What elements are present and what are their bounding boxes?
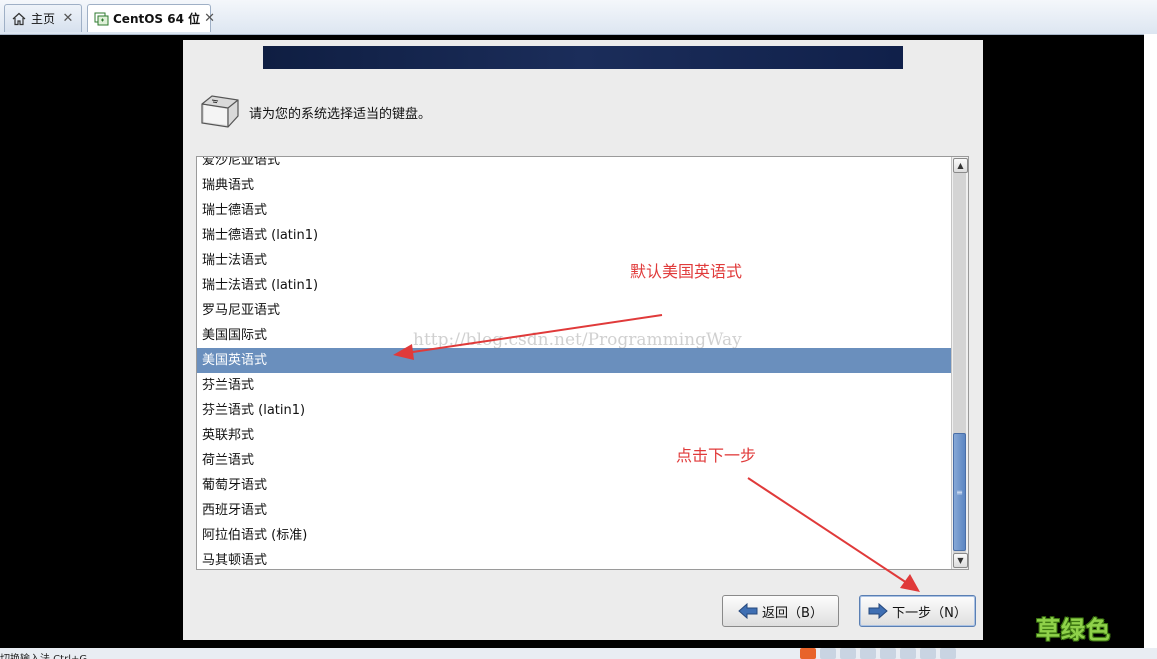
keyboard-layout-item[interactable]: 美国英语式	[197, 348, 953, 373]
tray-icon[interactable]	[820, 648, 836, 659]
keyboard-layout-item[interactable]: 芬兰语式 (latin1)	[197, 398, 953, 423]
keyboard-icon	[198, 94, 242, 130]
system-tray	[800, 648, 956, 659]
tray-icon[interactable]	[940, 648, 956, 659]
tab-centos[interactable]: CentOS 64 位 ✕	[87, 4, 215, 32]
tray-icon[interactable]	[920, 648, 936, 659]
keyboard-layout-item[interactable]: 瑞士德语式 (latin1)	[197, 223, 953, 248]
keyboard-layout-item[interactable]: 英联邦式	[197, 423, 953, 448]
next-button-label: 下一步（N）	[892, 605, 967, 621]
home-icon	[11, 11, 27, 27]
tab-centos-label: CentOS 64 位	[113, 12, 201, 26]
keyboard-layout-item[interactable]: 罗马尼亚语式	[197, 298, 953, 323]
keyboard-layout-item[interactable]: 葡萄牙语式	[197, 473, 953, 498]
keyboard-layout-item[interactable]: 瑞士法语式 (latin1)	[197, 273, 953, 298]
keyboard-layout-item[interactable]: 芬兰语式	[197, 373, 953, 398]
keyboard-layout-item[interactable]: 瑞士德语式	[197, 198, 953, 223]
scroll-down-icon[interactable]: ▼	[953, 553, 968, 568]
keyboard-layout-item[interactable]: 西班牙语式	[197, 498, 953, 523]
tray-icon[interactable]	[840, 648, 856, 659]
close-icon[interactable]: ✕	[204, 11, 215, 26]
scroll-thumb[interactable]: ≡	[953, 433, 966, 551]
keyboard-layout-list[interactable]: 爱沙尼亚语式 瑞典语式 瑞士德语式 瑞士德语式 (latin1) 瑞士法语式 瑞士法语式 …	[196, 156, 969, 570]
window-edge	[1144, 34, 1157, 648]
back-button[interactable]: 返回（B）	[722, 595, 839, 627]
vm-icon	[94, 11, 109, 27]
installer-banner	[263, 46, 903, 69]
tray-icon[interactable]	[860, 648, 876, 659]
tab-home-label: 主页	[31, 12, 56, 26]
keyboard-layout-item[interactable]: 阿拉伯语式 (标准)	[197, 523, 953, 548]
vmware-tab-bar: 主页 ✕ CentOS 64 位 ✕	[0, 0, 1157, 35]
annotation-next-note: 点击下一步	[676, 446, 757, 465]
tray-icon[interactable]	[900, 648, 916, 659]
signature-text: 草绿色	[1036, 616, 1111, 644]
tray-icon[interactable]	[880, 648, 896, 659]
keyboard-layout-item[interactable]: 荷兰语式	[197, 448, 953, 473]
annotation-default-note: 默认美国英语式	[630, 262, 743, 281]
arrow-right-icon	[868, 602, 888, 620]
host-taskbar: 切换输入法 Ctrl+G	[0, 648, 1157, 659]
list-scrollbar[interactable]: ▲ ≡ ▼	[951, 157, 968, 569]
back-button-label: 返回（B）	[762, 605, 823, 621]
close-icon[interactable]: ✕	[61, 11, 75, 26]
keyboard-layout-item[interactable]: 马其顿语式	[197, 548, 953, 569]
status-text: 切换输入法 Ctrl+G	[0, 650, 87, 659]
tab-home[interactable]: 主页 ✕	[4, 4, 82, 32]
keyboard-layout-item[interactable]: 爱沙尼亚语式	[197, 157, 953, 173]
keyboard-layout-item[interactable]: 瑞典语式	[197, 173, 953, 198]
keyboard-layout-items: 爱沙尼亚语式 瑞典语式 瑞士德语式 瑞士德语式 (latin1) 瑞士法语式 瑞士法语式 …	[197, 157, 953, 569]
ime-logo-icon[interactable]	[800, 648, 816, 659]
scroll-up-icon[interactable]: ▲	[953, 158, 968, 173]
watermark: http://blog.csdn.net/ProgrammingWay	[413, 330, 742, 350]
next-button[interactable]: 下一步（N）	[859, 595, 976, 627]
keyboard-layout-item[interactable]: 瑞士法语式	[197, 248, 953, 273]
keyboard-prompt: 请为您的系统选择适当的键盘。	[249, 107, 432, 122]
arrow-left-icon	[738, 602, 758, 620]
